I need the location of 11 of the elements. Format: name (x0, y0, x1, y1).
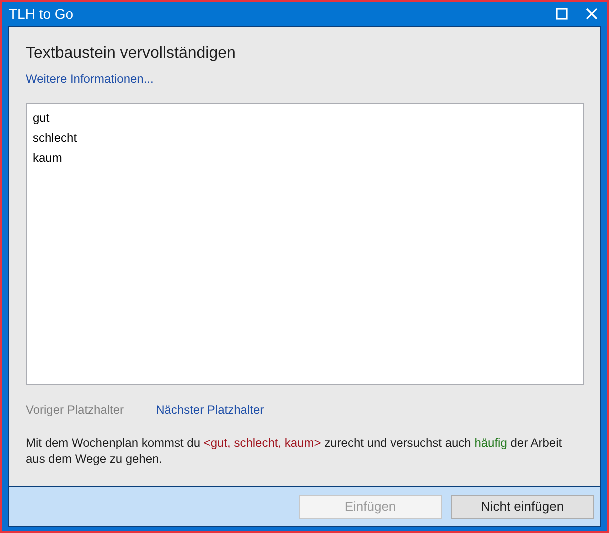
skip-button[interactable]: Nicht einfügen (451, 494, 594, 518)
list-item[interactable]: schlecht (32, 128, 578, 148)
maximize-icon (556, 8, 568, 20)
dialog-heading: Textbaustein vervollständigen (26, 44, 237, 64)
list-item[interactable]: gut (32, 108, 578, 128)
window-title: TLH to Go (9, 6, 75, 22)
list-item[interactable]: kaum (32, 148, 578, 168)
placeholder-link[interactable]: Nächster Platzhalter (156, 403, 264, 417)
close-icon (586, 8, 598, 20)
info-link[interactable]: Weitere Informationen... (26, 72, 154, 86)
preview-sentence: Mit dem Wochenplan kommst du <gut, schlecht, kaum> zurecht und versuchst auch häufig der Arbeit aus dem Wege zu gehen. (26, 435, 564, 467)
